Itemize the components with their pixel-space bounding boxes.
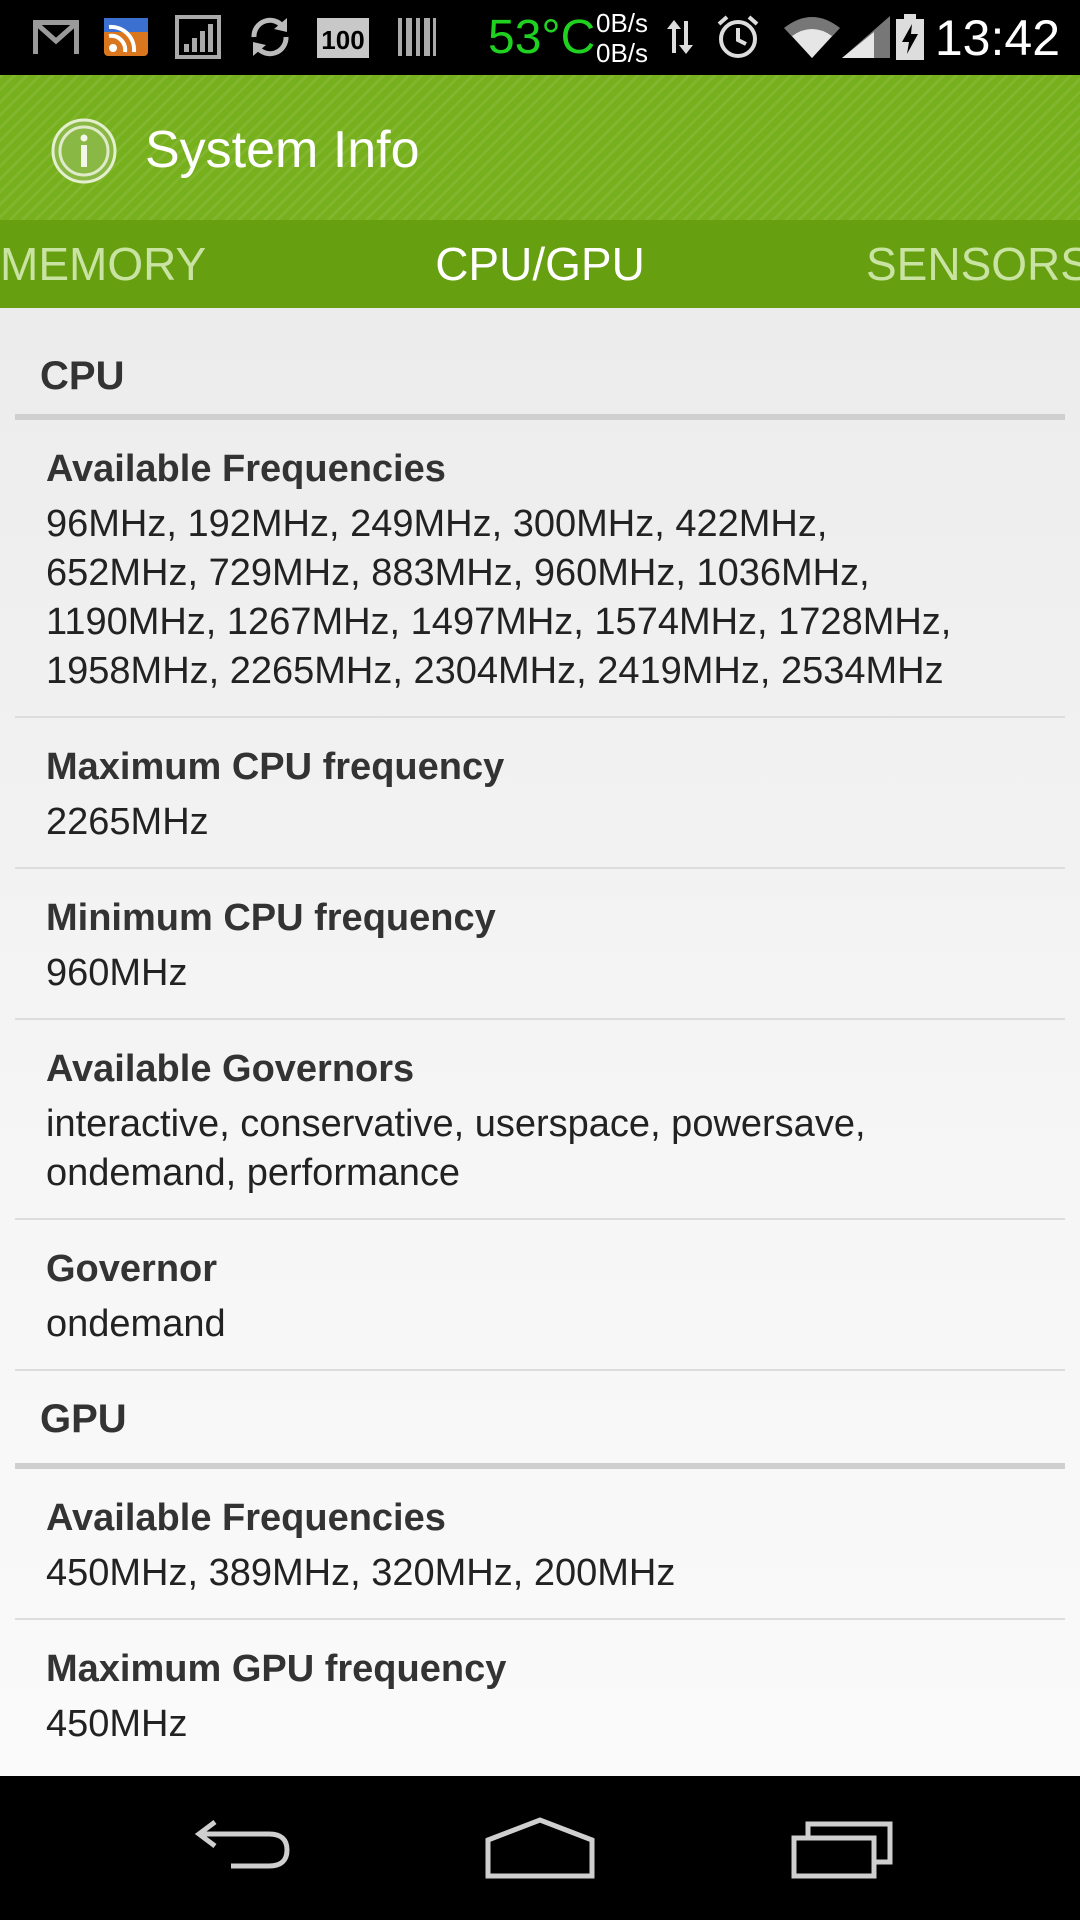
signal-meter-icon (172, 12, 224, 62)
item-label: Available Frequencies (46, 448, 446, 490)
value-line: 652MHz, 729MHz, 883MHz, 960MHz, 1036MHz, (46, 552, 870, 594)
value-line: 1958MHz, 2265MHz, 2304MHz, 2419MHz, 2534… (46, 650, 944, 692)
value-line: 96MHz, 192MHz, 249MHz, 300MHz, 422MHz, (46, 503, 828, 545)
item-label: Minimum CPU frequency (46, 897, 496, 939)
list-item-gpu-available-frequencies[interactable]: Available Frequencies 450MHz, 389MHz, 32… (15, 1469, 1065, 1620)
tab-strip: MEMORY CPU/GPU SENSORS (0, 220, 1080, 308)
list-item-max-gpu-frequency[interactable]: Maximum GPU frequency 450MHz (15, 1620, 1065, 1769)
net-down-speed: 0B/s (596, 38, 649, 68)
item-label: Available Frequencies (46, 1497, 446, 1539)
app-title: System Info (145, 121, 420, 179)
item-value: 450MHz, 389MHz, 320MHz, 200MHz (46, 1552, 676, 1594)
content-scroll[interactable]: CPU Available Frequencies 96MHz, 192MHz,… (0, 308, 1080, 1776)
action-bar: System Info (0, 75, 1080, 220)
item-value: 450MHz (46, 1703, 188, 1745)
item-label: Available Governors (46, 1048, 415, 1090)
item-value: 960MHz (46, 952, 188, 994)
home-icon[interactable] (465, 1806, 615, 1890)
info-icon[interactable] (50, 117, 118, 185)
list-item-max-cpu-frequency[interactable]: Maximum CPU frequency 2265MHz (15, 718, 1065, 869)
list-item-available-governors[interactable]: Available Governors interactive, conserv… (15, 1020, 1065, 1220)
item-value: 96MHz, 192MHz, 249MHz, 300MHz, 422MHz, 6… (46, 500, 1040, 696)
item-value: ondemand (46, 1303, 226, 1345)
net-up-speed: 0B/s (596, 8, 649, 38)
battery-100-icon: 100 (313, 12, 373, 62)
section-title: GPU (40, 1397, 127, 1441)
value-line: interactive, conservative, userspace, po… (46, 1103, 866, 1145)
status-bar: 100 53°C 0B/s 0B/s 13:42 (0, 0, 1080, 75)
item-value: 2265MHz (46, 801, 209, 843)
item-label: Maximum GPU frequency (46, 1648, 507, 1690)
tab-sensors[interactable]: SENSORS (866, 220, 1080, 308)
item-value: interactive, conservative, userspace, po… (46, 1100, 1040, 1198)
alarm-icon (710, 12, 766, 62)
list-item-min-cpu-frequency[interactable]: Minimum CPU frequency 960MHz (15, 869, 1065, 1020)
item-label: Maximum CPU frequency (46, 746, 505, 788)
battery-charging-icon (890, 12, 930, 62)
section-header-gpu: GPU (0, 1371, 1080, 1469)
wifi-icon (780, 12, 844, 62)
recent-apps-icon[interactable] (768, 1806, 918, 1890)
value-line: ondemand, performance (46, 1152, 461, 1194)
rss-icon (98, 12, 154, 62)
navigation-bar (0, 1776, 1080, 1920)
list-item-cpu-available-frequencies[interactable]: Available Frequencies 96MHz, 192MHz, 249… (15, 420, 1065, 718)
temperature-readout: 53°C (488, 11, 596, 64)
transfer-arrows-icon (662, 12, 698, 62)
battery-badge-text: 100 (321, 25, 364, 55)
back-icon[interactable] (165, 1806, 315, 1890)
list-item-governor[interactable]: Governor ondemand (15, 1220, 1065, 1371)
clock: 13:42 (934, 10, 1060, 66)
item-label: Governor (46, 1248, 218, 1290)
sync-icon (242, 12, 298, 62)
cell-signal-icon (836, 12, 896, 62)
section-header-cpu: CPU (0, 308, 1080, 420)
barcode-icon (390, 12, 442, 62)
section-title: CPU (40, 354, 125, 398)
gmail-icon (28, 12, 84, 62)
network-speed: 0B/s 0B/s (596, 8, 648, 68)
value-line: 1190MHz, 1267MHz, 1497MHz, 1574MHz, 1728… (46, 601, 952, 643)
